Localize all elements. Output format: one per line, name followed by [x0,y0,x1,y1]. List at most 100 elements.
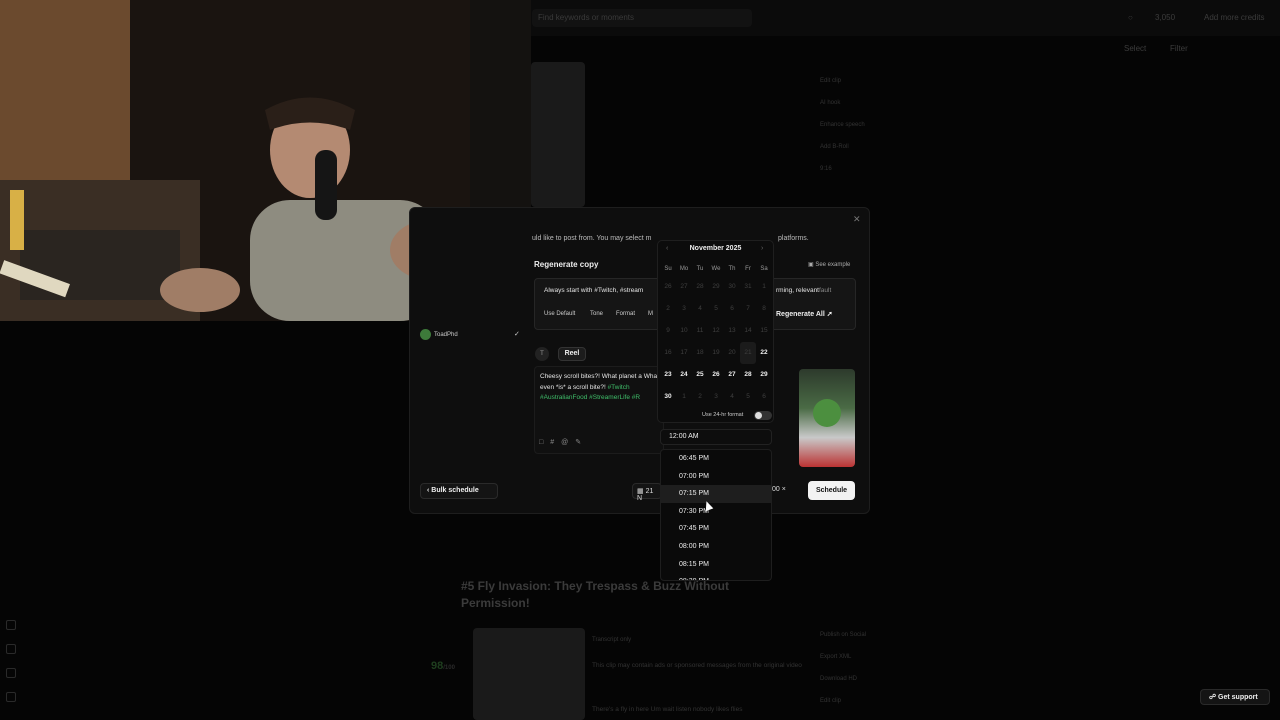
side-action[interactable]: Enhance speech [820,122,865,144]
video-preview[interactable] [799,369,855,467]
calendar-day: 5 [714,305,718,312]
bulk-schedule-button[interactable]: ‹ Bulk schedule [420,483,498,499]
calendar-grid: Su Mo Tu We Th Fr Sa 26 27 28 29 30 31 1 2 3 4 5 6 7 8 9 10 11 1… [660,262,772,408]
schedule-button[interactable]: Schedule [808,481,855,500]
more-chip[interactable]: M [648,311,653,317]
calendar-day: 17 [680,349,688,356]
calendar-day: 9 [666,327,670,334]
calendar-day[interactable]: 25 [692,364,708,386]
select-button[interactable]: Select [1124,44,1146,53]
side-action[interactable]: 9:16 [820,166,865,188]
clip-thumbnail-2[interactable] [473,628,585,720]
calendar-day: 30 [728,283,736,290]
24hr-toggle[interactable] [754,411,772,420]
rail-icon[interactable] [6,644,16,654]
screen: Find keywords or moments ○ 3,050 Add mor… [0,0,1280,720]
calendar-day[interactable]: 29 [756,364,772,386]
calendar-day[interactable]: 28 [740,364,756,386]
transcript-line: There's a fly in here Um wait listen nob… [592,706,743,713]
tone-chip[interactable]: Tone [590,311,603,317]
profile-avatar: T [535,347,549,361]
time-input[interactable]: 12:00 AM [660,429,772,445]
calendar-day[interactable]: 22 [756,342,772,364]
filter-button[interactable]: Filter [1170,44,1188,53]
calendar-day[interactable]: 24 [676,364,692,386]
close-icon[interactable]: ✕ [853,214,861,225]
side-action[interactable]: Edit clip [820,698,866,720]
rail-icon[interactable] [6,692,16,702]
format-label: Use 24-hr format [702,412,744,418]
see-example-link[interactable]: ▣ See example [808,261,850,268]
side-action[interactable]: Edit clip [820,78,865,100]
calendar-day: 6 [762,393,766,400]
calendar-day[interactable]: 23 [660,364,676,386]
clip-thumbnail[interactable] [531,62,585,207]
mention-icon[interactable]: @ [561,439,575,446]
rail-icon[interactable] [6,668,16,678]
get-support-button[interactable]: ☍ Get support [1200,689,1270,705]
bulk-schedule-label: Bulk schedule [431,487,479,494]
calendar-day: 11 [696,327,704,334]
time-picker-button[interactable]: :00 × [768,483,800,499]
format-chip[interactable]: Format [616,311,635,317]
check-icon: ✓ [514,331,520,338]
hashtag-icon[interactable]: # [550,439,561,446]
time-option[interactable]: 07:15 PM [661,485,771,503]
calendar-day[interactable]: 30 [660,386,676,408]
regenerate-copy-title: Regenerate copy [534,260,599,269]
side-action[interactable]: Publish on Social [820,632,866,654]
rail-icon[interactable] [6,620,16,630]
reel-tab[interactable]: Reel [558,347,586,361]
time-options-list[interactable]: 06:45 PM 07:00 PM 07:15 PM 07:30 PM 07:45 PM… [660,449,772,581]
regenerate-all-button[interactable]: Regenerate All ➚ [776,308,846,322]
time-option[interactable]: 07:30 PM [661,503,771,521]
calendar-day: 20 [728,349,736,356]
time-option[interactable]: 08:30 PM [661,573,771,580]
ad-notice: This clip may contain ads or sponsored m… [592,662,802,669]
side-actions-top: Edit clip AI hook Enhance speech Add B-R… [820,78,865,188]
image-icon[interactable]: □ [539,439,550,446]
time-option[interactable]: 07:00 PM [661,468,771,486]
transcript-text [592,58,802,208]
prompt-text: Always start with #Twitch, #stream [544,287,644,294]
side-action[interactable]: Download HD [820,676,866,698]
account-row[interactable]: ToadPhd [420,329,458,340]
caption-tools: □#@✎ [539,438,588,446]
weekday-header: Mo [679,266,689,272]
time-option[interactable]: 08:15 PM [661,556,771,574]
calendar-day: 6 [730,305,734,312]
side-action[interactable]: Export XML [820,654,866,676]
search-input[interactable]: Find keywords or moments [532,9,752,27]
side-action[interactable]: Add B-Roll [820,144,865,166]
calendar-day: 5 [746,393,750,400]
calendar-day: 26 [664,283,672,290]
modal-hint-end: platforms. [778,235,809,242]
ai-pen-icon[interactable]: ✎ [575,439,588,446]
modal-hint: uld like to post from. You may select m [532,235,652,242]
time-option[interactable]: 08:00 PM [661,538,771,556]
date-picker-button[interactable]: ▦ 21 N [632,483,662,502]
bell-icon[interactable]: ○ [1128,13,1133,22]
calendar-day[interactable]: 26 [708,364,724,386]
prompt-text-end: rming, relevantfault [776,287,832,294]
time-option[interactable]: 07:45 PM [661,520,771,538]
weekday-header: We [711,266,721,272]
magic-wand-icon: ➚ [826,311,833,318]
add-credits-button[interactable]: Add more credits [1204,13,1264,22]
weekday-header: Sa [760,266,768,272]
clear-icon[interactable]: × [782,486,786,493]
caption-text: Cheesy scroll bites?! What planet a What… [540,373,659,401]
time-option[interactable]: 06:45 PM [661,450,771,468]
calendar-day: 3 [714,393,718,400]
calendar-day[interactable]: 27 [724,364,740,386]
clip-score: 98/100 [431,660,455,672]
calendar-day: 8 [762,305,766,312]
calendar-day: 3 [682,305,686,312]
weekday-header: Fr [745,266,751,272]
chevron-right-icon[interactable]: › [761,245,763,252]
calendar-day: 18 [696,349,704,356]
support-icon: ☍ [1209,694,1219,701]
use-default-chip[interactable]: Use Default [544,311,575,317]
side-action[interactable]: AI hook [820,100,865,122]
calendar-day: 14 [744,327,752,334]
